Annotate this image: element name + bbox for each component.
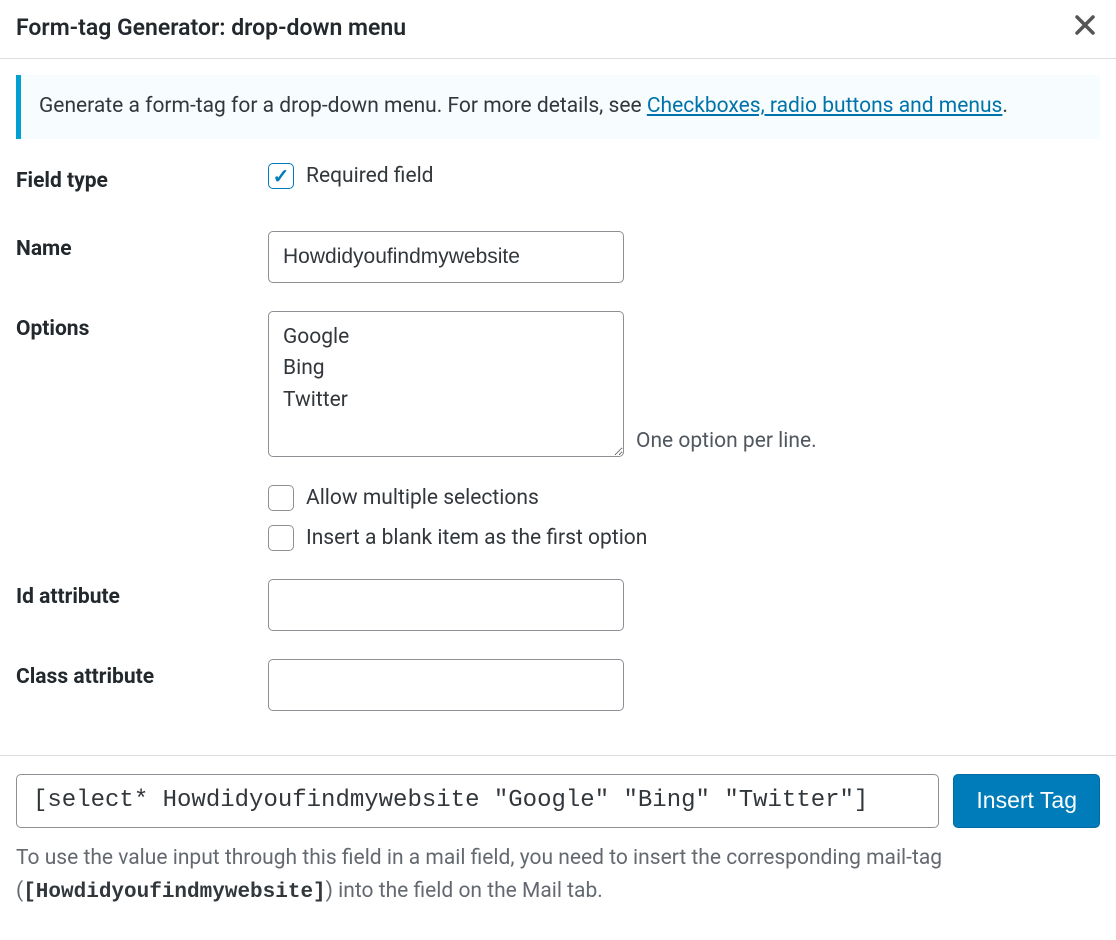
row-field-type: Field type Required field xyxy=(16,163,1100,203)
dialog-title: Form-tag Generator: drop-down menu xyxy=(16,14,406,41)
required-checkbox[interactable] xyxy=(268,163,294,189)
dialog-footer: Insert Tag To use the value input throug… xyxy=(0,755,1116,910)
info-text: Generate a form-tag for a drop-down menu… xyxy=(39,94,647,118)
insert-tag-button[interactable]: Insert Tag xyxy=(953,774,1100,828)
options-hint: One option per line. xyxy=(636,429,817,457)
multiple-label: Allow multiple selections xyxy=(306,486,539,510)
form-table: Field type Required field Name Options O… xyxy=(0,163,1116,711)
id-input[interactable] xyxy=(268,579,624,631)
dialog-header: Form-tag Generator: drop-down menu xyxy=(0,0,1116,59)
label-name: Name xyxy=(16,231,268,261)
close-icon[interactable] xyxy=(1070,10,1100,44)
blank-item-label: Insert a blank item as the first option xyxy=(306,526,647,550)
row-class-attr: Class attribute xyxy=(16,659,1100,711)
info-text-after: . xyxy=(1002,94,1008,118)
info-box: Generate a form-tag for a drop-down menu… xyxy=(16,75,1100,139)
name-input[interactable] xyxy=(268,231,624,283)
row-name: Name xyxy=(16,231,1100,283)
row-options: Options One option per line. Allow multi… xyxy=(16,311,1100,579)
note-after: ) into the field on the Mail tab. xyxy=(326,879,603,903)
required-label: Required field xyxy=(306,164,434,188)
options-textarea[interactable] xyxy=(268,311,624,457)
row-id-attr: Id attribute xyxy=(16,579,1100,631)
mail-tag: [Howdidyoufindmywebsite] xyxy=(23,881,325,904)
label-id-attr: Id attribute xyxy=(16,579,268,609)
label-field-type: Field type xyxy=(16,163,268,193)
multiple-checkbox[interactable] xyxy=(268,485,294,511)
blank-item-checkbox[interactable] xyxy=(268,525,294,551)
info-link[interactable]: Checkboxes, radio buttons and menus xyxy=(647,94,1003,118)
label-class-attr: Class attribute xyxy=(16,659,268,689)
footer-note: To use the value input through this fiel… xyxy=(16,842,1100,910)
generated-tag-input[interactable] xyxy=(16,774,939,828)
label-options: Options xyxy=(16,311,268,341)
class-input[interactable] xyxy=(268,659,624,711)
